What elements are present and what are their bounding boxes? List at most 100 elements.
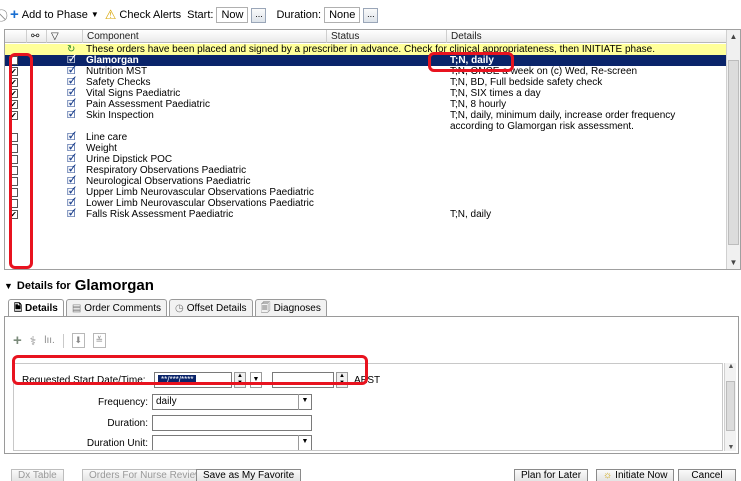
add-to-phase-button[interactable]: + Add to Phase ▼ xyxy=(10,7,99,22)
tab-details[interactable]: 🗎 Details xyxy=(8,299,64,317)
order-checkbox[interactable]: ✔ xyxy=(9,56,18,65)
order-row[interactable]: ✔ 🗹 Pain Assessment Paediatric T;N, 8 hourl… xyxy=(5,99,728,110)
duration-unit-row: Duration Unit: ▼ xyxy=(14,435,714,450)
scroll-down-icon[interactable]: ▼ xyxy=(725,444,737,451)
order-row[interactable]: ✔ 🗹 Nutrition MST T;N, ONCE a week on (c) W… xyxy=(5,66,728,77)
date-spinner[interactable]: ▲ ▼ xyxy=(234,372,246,388)
order-checkbox[interactable] xyxy=(9,199,18,208)
comments-tab-icon: ▤ xyxy=(71,302,82,314)
requested-start-date-input[interactable]: **/***/**** xyxy=(154,372,232,388)
time-spinner[interactable]: ▲ ▼ xyxy=(336,372,348,388)
scroll-thumb[interactable] xyxy=(726,381,735,431)
order-row[interactable]: ✔ 🗹 Glamorgan T;N, daily xyxy=(5,55,728,66)
scroll-up-icon[interactable]: ▲ xyxy=(725,363,737,370)
order-row[interactable]: 🗹 Lower Limb Neurovascular Observations P… xyxy=(5,198,728,209)
start-picker-button[interactable]: ... xyxy=(251,7,267,23)
order-checkbox[interactable] xyxy=(9,144,18,153)
order-checkbox[interactable] xyxy=(9,177,18,186)
order-details: T;N, SIX times a day xyxy=(450,88,541,99)
order-row[interactable]: 🗹 Respiratory Observations Paediatric xyxy=(5,165,728,176)
order-details: T;N, daily xyxy=(450,55,494,66)
requested-start-row: Requested Start Date/Time: **/***/**** ▲… xyxy=(14,372,714,388)
details-order-name: Glamorgan xyxy=(74,277,154,294)
requested-start-date-value: **/***/**** xyxy=(158,375,197,384)
duration-input[interactable] xyxy=(152,415,312,431)
order-component: Neurological Observations Paediatric xyxy=(86,176,251,187)
order-icon: 🗹 xyxy=(67,198,76,209)
duration-unit-select[interactable]: ▼ xyxy=(152,435,312,450)
tab-diagnoses-label: Diagnoses xyxy=(273,303,321,314)
tab-offset-details[interactable]: ◷ Offset Details xyxy=(168,299,253,317)
order-checkbox[interactable] xyxy=(9,155,18,164)
order-row[interactable]: 🗹 Neurological Observations Paediatric xyxy=(5,176,728,187)
orders-grid: ⚯ ▽ Component Status Details ↻ These ord… xyxy=(4,29,741,270)
order-icon: 🗹 xyxy=(67,143,76,154)
save-as-favorite-button[interactable]: Save as My Favorite xyxy=(196,469,302,481)
order-row[interactable]: 🗹 Weight xyxy=(5,143,728,154)
start-field[interactable]: Now xyxy=(216,7,249,23)
order-row[interactable]: ✔ 🗹 Skin Inspection T;N, daily, minimum dai… xyxy=(5,110,728,132)
grid-scrollbar[interactable]: ▲ ▼ xyxy=(726,30,740,269)
order-row[interactable]: 🗹 Line care xyxy=(5,132,728,143)
tab-diagnoses[interactable]: 🗐 Diagnoses xyxy=(254,299,327,317)
duration-picker-button[interactable]: ... xyxy=(363,7,379,23)
add-icon[interactable]: + xyxy=(13,332,22,349)
add-to-phase-label: Add to Phase xyxy=(21,9,88,21)
order-checkbox[interactable] xyxy=(9,166,18,175)
order-row[interactable]: ✔ 🗹 Safety Checks T;N, BD, Full bedside saf… xyxy=(5,77,728,88)
initiate-icon: ☼ xyxy=(603,470,613,481)
requested-start-time-input[interactable] xyxy=(272,372,334,388)
requested-start-label: Requested Start Date/Time: xyxy=(22,374,146,386)
details-scrollbar[interactable]: ▲ ▼ xyxy=(724,363,736,451)
orders-for-nurse-review-button[interactable]: Orders For Nurse Review xyxy=(82,469,210,481)
col-status[interactable]: Status xyxy=(327,30,447,43)
date-dropdown-icon[interactable]: ▼ xyxy=(250,372,262,388)
order-checkbox[interactable]: ✔ xyxy=(9,111,18,120)
scroll-down-icon[interactable]: ▼ xyxy=(727,256,740,269)
tab-order-comments[interactable]: ▤ Order Comments xyxy=(65,299,167,317)
phase-toolbar: ⃠ + Add to Phase ▼ ⚠ Check Alerts Start:… xyxy=(0,0,741,30)
chevron-down-icon[interactable]: ▼ xyxy=(298,435,311,450)
dx-table-button[interactable]: Dx Table xyxy=(11,469,64,481)
order-row[interactable]: 🗹 Urine Dipstick POC xyxy=(5,154,728,165)
cancel-button[interactable]: Cancel xyxy=(678,469,736,481)
col-filter-icon[interactable]: ▽ xyxy=(47,30,83,43)
start-label: Start: xyxy=(187,9,214,21)
order-checkbox[interactable]: ✔ xyxy=(9,100,18,109)
chevron-down-icon[interactable]: ▼ xyxy=(298,394,311,410)
move-down-icon[interactable]: ⬇ xyxy=(71,333,85,348)
tab-offset-details-label: Offset Details xyxy=(186,303,247,314)
warning-icon: ⚠ xyxy=(104,7,117,22)
details-for-label: Details for xyxy=(16,279,71,292)
order-checkbox[interactable] xyxy=(9,188,18,197)
bar-chart-icon[interactable]: lıı. xyxy=(44,335,55,346)
col-link-icon[interactable]: ⚯ xyxy=(27,30,47,43)
scroll-thumb[interactable] xyxy=(728,60,739,245)
expand-icon[interactable]: ≚ xyxy=(92,333,106,348)
order-component: Urine Dipstick POC xyxy=(86,154,173,165)
plan-for-later-button[interactable]: Plan for Later xyxy=(514,469,589,481)
scroll-up-icon[interactable]: ▲ xyxy=(727,30,740,43)
order-row[interactable]: 🗹 Upper Limb Neurovascular Observations P… xyxy=(5,187,728,198)
order-checkbox[interactable]: ✔ xyxy=(9,210,18,219)
order-checkbox[interactable]: ✔ xyxy=(9,78,18,87)
duration-field[interactable]: None xyxy=(324,7,361,23)
order-row[interactable]: ✔ 🗹 Falls Risk Assessment Paediatric T;N, d… xyxy=(5,209,728,220)
initiate-now-button[interactable]: ☼ Initiate Now xyxy=(596,469,675,481)
order-icon: 🗹 xyxy=(67,77,76,88)
frequency-select[interactable]: daily ▼ xyxy=(152,394,312,410)
order-checkbox[interactable]: ✔ xyxy=(9,67,18,76)
check-alerts-button[interactable]: ⚠ Check Alerts xyxy=(104,7,181,22)
col-details[interactable]: Details xyxy=(447,30,728,43)
recycle-icon: ↻ xyxy=(67,44,76,55)
stethoscope-icon[interactable]: ⚕ xyxy=(30,334,37,348)
collapse-arrow-icon[interactable]: ▼ xyxy=(4,280,13,292)
order-row[interactable]: ✔ 🗹 Vital Signs Paediatric T;N, SIX times a… xyxy=(5,88,728,99)
order-checkbox[interactable] xyxy=(9,133,18,142)
order-checkbox[interactable]: ✔ xyxy=(9,89,18,98)
order-component: Line care xyxy=(86,132,128,143)
frequency-value: daily xyxy=(156,396,177,407)
col-component[interactable]: Component xyxy=(83,30,327,43)
initiate-now-label: Initiate Now xyxy=(615,470,668,481)
order-icon: 🗹 xyxy=(67,99,76,110)
